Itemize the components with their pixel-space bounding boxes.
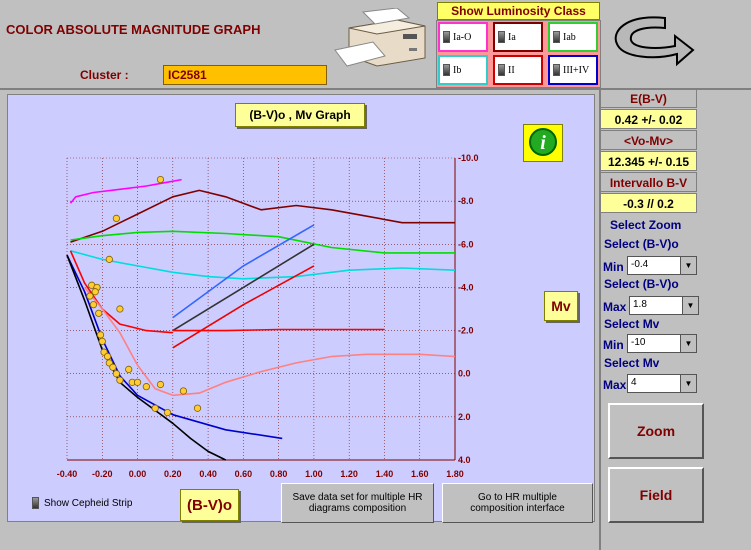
select-zoom-label: Select Zoom xyxy=(610,218,682,232)
series-line xyxy=(69,178,182,204)
bv-min-label: Min xyxy=(603,260,624,274)
mv-min-label: Min xyxy=(603,338,624,352)
field-button[interactable]: Field xyxy=(608,467,704,523)
y-tick-label: -8.0 xyxy=(458,196,474,206)
chevron-down-icon[interactable]: ▼ xyxy=(680,257,696,274)
data-point xyxy=(133,378,142,386)
chevron-down-icon[interactable]: ▼ xyxy=(680,375,696,392)
select-mv-label: Select Mv xyxy=(604,356,660,370)
bv-min-value: -0.4 xyxy=(631,259,649,270)
data-point xyxy=(156,380,165,389)
goto-hr-button[interactable]: Go to HR multiple composition interface xyxy=(442,483,593,523)
vomv-label: <Vo-Mv> xyxy=(600,130,697,150)
x-tick-label: 0.20 xyxy=(164,469,182,479)
data-point xyxy=(116,305,124,313)
series-line xyxy=(70,230,455,254)
cepheid-toggle[interactable]: Show Cepheid Strip xyxy=(32,497,132,509)
data-point xyxy=(112,370,120,378)
x-tick-label: -0.20 xyxy=(92,469,113,479)
data-point xyxy=(151,404,159,412)
checkbox-icon xyxy=(32,497,39,509)
y-tick-label: 0.0 xyxy=(458,369,471,379)
x-tick-label: 1.60 xyxy=(411,469,429,479)
data-point xyxy=(116,376,124,384)
chevron-down-icon[interactable]: ▼ xyxy=(682,297,698,314)
interval-value: -0.3 // 0.2 xyxy=(600,193,697,213)
chevron-down-icon[interactable]: ▼ xyxy=(680,335,696,352)
y-tick-label: -10.0 xyxy=(458,153,479,163)
mv-min-select[interactable]: -10 ▼ xyxy=(627,334,697,353)
x-tick-label: 1.20 xyxy=(340,469,358,479)
select-mv-label: Select Mv xyxy=(604,317,660,331)
x-tick-label: 0.60 xyxy=(235,469,253,479)
mv-min-value: -10 xyxy=(631,337,646,348)
series-line xyxy=(70,189,455,243)
x-tick-label: 0.00 xyxy=(129,469,147,479)
interval-label: Intervallo B-V xyxy=(600,172,697,192)
data-point xyxy=(86,292,94,300)
bv-max-value: 1.8 xyxy=(633,299,647,310)
zoom-button[interactable]: Zoom xyxy=(608,403,704,459)
y-tick-label: -4.0 xyxy=(458,282,474,292)
save-dataset-button[interactable]: Save data set for multiple HR diagrams c… xyxy=(281,483,434,523)
goto-hr-label: Go to HR multiple composition interface xyxy=(470,492,565,514)
x-tick-label: -0.40 xyxy=(57,469,78,479)
ebv-label: E(B-V) xyxy=(600,89,697,108)
data-point xyxy=(105,255,113,263)
select-bv-label: Select (B-V)o xyxy=(604,237,679,251)
data-point xyxy=(112,214,120,222)
x-tick-label: 1.00 xyxy=(305,469,323,479)
y-axis-label: Mv xyxy=(544,291,578,321)
mv-max-select[interactable]: 4 ▼ xyxy=(627,374,697,393)
data-point xyxy=(96,331,105,339)
x-axis-label: (B-V)o xyxy=(180,489,239,521)
y-tick-label: 2.0 xyxy=(458,412,471,422)
data-point xyxy=(95,309,103,317)
y-tick-label: 4.0 xyxy=(458,455,471,465)
data-point xyxy=(89,301,98,309)
data-point xyxy=(193,404,202,412)
data-point xyxy=(103,352,112,361)
y-tick-label: -6.0 xyxy=(458,239,474,249)
data-point xyxy=(163,408,172,417)
data-point xyxy=(98,337,106,345)
bv-max-select[interactable]: 1.8 ▼ xyxy=(629,296,699,315)
data-point xyxy=(91,288,99,296)
data-point xyxy=(125,365,133,373)
x-tick-label: 1.40 xyxy=(376,469,394,479)
mv-max-value: 4 xyxy=(631,377,637,388)
x-tick-label: 0.80 xyxy=(270,469,288,479)
series-line xyxy=(83,286,456,397)
ebv-value: 0.42 +/- 0.02 xyxy=(600,109,697,129)
bv-min-select[interactable]: -0.4 ▼ xyxy=(627,256,697,275)
data-point xyxy=(109,363,117,371)
y-tick-label: -2.0 xyxy=(458,326,474,336)
x-tick-label: 0.40 xyxy=(199,469,217,479)
data-point xyxy=(156,175,165,184)
cepheid-label: Show Cepheid Strip xyxy=(44,497,133,509)
data-point xyxy=(142,383,150,391)
data-point xyxy=(179,387,187,395)
save-dataset-label: Save data set for multiple HR diagrams c… xyxy=(292,492,423,514)
x-tick-label: 1.80 xyxy=(446,469,464,479)
mv-max-label: Max xyxy=(603,378,627,392)
select-bv-label: Select (B-V)o xyxy=(604,277,679,291)
bv-max-label: Max xyxy=(603,300,627,314)
vomv-value: 12.345 +/- 0.15 xyxy=(600,151,697,171)
